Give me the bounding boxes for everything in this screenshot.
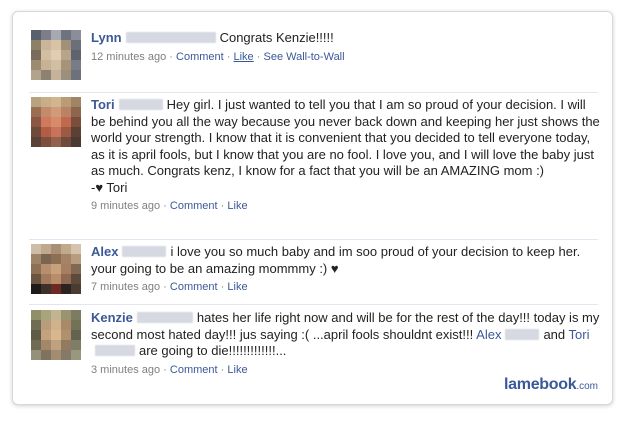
comment-link[interactable]: Comment	[170, 364, 218, 376]
post-signature: -♥ Tori	[91, 179, 128, 195]
redacted-surname	[118, 99, 163, 110]
post-text: Congrats Kenzie!!!!!	[219, 30, 334, 45]
avatar[interactable]	[31, 97, 81, 147]
wall-post: Alex i love you so much baby and im soo p…	[31, 244, 602, 300]
avatar[interactable]	[31, 244, 81, 294]
separator: ·	[220, 281, 225, 293]
separator: ·	[226, 50, 231, 63]
separator: ·	[169, 50, 173, 63]
post-text: are going to die!!!!!!!!!!!!!...	[139, 343, 287, 358]
timestamp: 3 minutes ago	[91, 363, 161, 376]
comment-link[interactable]: Comment	[170, 200, 218, 212]
redacted-surname	[122, 246, 167, 257]
wall-post: Lynn Congrats Kenzie!!!!! 12 minutes ago …	[31, 30, 602, 86]
avatar[interactable]	[31, 310, 81, 360]
separator: ·	[163, 200, 167, 212]
post-meta: 12 minutes ago · Comment · Like · See Wa…	[91, 50, 602, 64]
author-name[interactable]: Lynn	[91, 30, 122, 45]
author-name[interactable]: Tori	[91, 97, 115, 112]
brand-watermark: lamebook.com	[504, 376, 598, 394]
post-content: Tori Hey girl. I just wanted to tell you …	[91, 97, 602, 213]
timestamp: 12 minutes ago	[91, 50, 167, 63]
brand-name: lamebook	[504, 376, 577, 393]
post-text: and	[543, 326, 566, 342]
divider	[29, 239, 598, 240]
wall-to-wall-link[interactable]: See Wall-to-Wall	[263, 51, 344, 63]
post-text: Hey girl. I just wanted to tell you that…	[91, 97, 600, 178]
brand-suffix: .com	[576, 381, 598, 392]
like-link[interactable]: Like	[227, 364, 247, 376]
comment-link[interactable]: Comment	[176, 51, 224, 63]
post-meta: 9 minutes ago · Comment · Like	[91, 199, 602, 213]
post-content: Kenzie hates her life right now and will …	[91, 310, 602, 377]
post-content: Lynn Congrats Kenzie!!!!! 12 minutes ago …	[91, 30, 602, 64]
like-link[interactable]: Like	[227, 281, 247, 293]
redacted-surname	[505, 328, 540, 340]
redacted-surname	[95, 345, 135, 356]
timestamp: 7 minutes ago	[91, 281, 161, 293]
mention-link[interactable]: Tori	[569, 327, 590, 342]
divider	[29, 92, 598, 93]
separator: ·	[163, 363, 167, 376]
separator: ·	[163, 281, 167, 293]
separator: ·	[256, 50, 261, 63]
author-name[interactable]: Kenzie	[91, 310, 133, 325]
wall-post: Tori Hey girl. I just wanted to tell you …	[31, 97, 602, 227]
feed-card: Lynn Congrats Kenzie!!!!! 12 minutes ago …	[12, 11, 613, 405]
comment-link[interactable]: Comment	[170, 281, 218, 293]
author-name[interactable]: Alex	[91, 244, 118, 259]
avatar[interactable]	[31, 30, 81, 80]
post-content: Alex i love you so much baby and im soo p…	[91, 244, 602, 294]
timestamp: 9 minutes ago	[91, 200, 161, 212]
like-link[interactable]: Like	[234, 51, 254, 63]
redacted-surname	[136, 312, 193, 323]
mention-link[interactable]: Alex	[476, 327, 501, 342]
post-meta: 7 minutes ago · Comment · Like	[91, 280, 602, 294]
like-link[interactable]: Like	[227, 200, 247, 212]
redacted-surname	[125, 32, 216, 43]
divider	[29, 304, 598, 305]
post-meta: 3 minutes ago · Comment · Like	[91, 363, 602, 377]
separator: ·	[220, 363, 225, 376]
separator: ·	[220, 200, 225, 212]
